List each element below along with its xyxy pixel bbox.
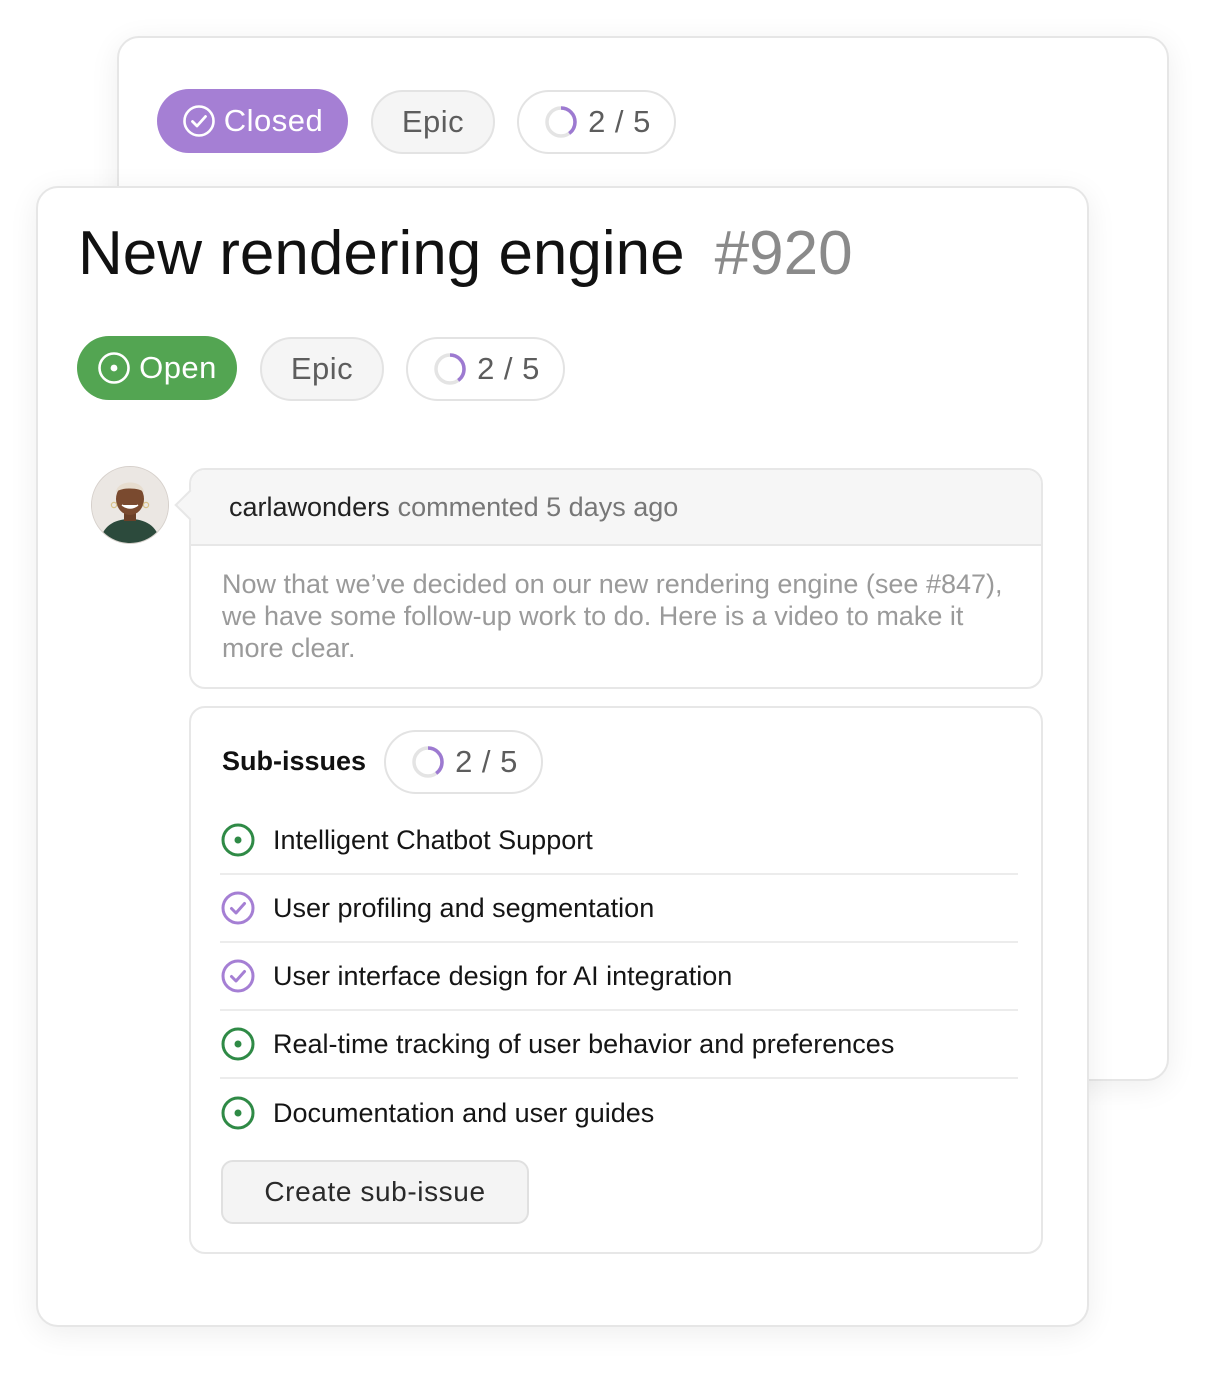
sub-issue-label[interactable]: User profiling and segmentation (273, 893, 654, 924)
epic-label-badge[interactable]: Epic (260, 337, 384, 401)
closed-check-icon (220, 958, 256, 994)
open-issue-icon (220, 1095, 256, 1131)
sub-issues-progress-badge[interactable]: 2 / 5 (384, 730, 543, 794)
sub-issue-label[interactable]: Real-time tracking of user behavior and … (273, 1029, 894, 1060)
open-issue-icon (220, 1026, 256, 1062)
issue-title-text: New rendering engine (78, 219, 685, 288)
progress-ring-icon (434, 353, 466, 385)
sub-issue-item[interactable]: User profiling and segmentation (220, 875, 1018, 943)
sub-issue-label[interactable]: User interface design for AI integration (273, 961, 732, 992)
sub-issue-label[interactable]: Documentation and user guides (273, 1098, 654, 1129)
progress-ring-icon (545, 106, 577, 138)
progress-label: 2 / 5 (455, 744, 518, 779)
user-avatar-icon (92, 467, 168, 543)
comment-author[interactable]: carlawonders (229, 492, 390, 523)
open-status-label: Open (139, 350, 217, 385)
sub-issue-item[interactable]: User interface design for AI integration (220, 943, 1018, 1011)
issue-card: New rendering engine #920 Open Epic 2 / 5 (36, 186, 1089, 1327)
epic-label: Epic (401, 104, 465, 139)
comment-header: carlawonders commented 5 days ago (191, 470, 1041, 546)
open-status-badge[interactable]: Open (77, 336, 237, 400)
create-sub-issue-label: Create sub-issue (264, 1176, 486, 1207)
sub-issue-item[interactable]: Documentation and user guides (220, 1079, 1018, 1147)
comment-meta: commented 5 days ago (397, 491, 679, 522)
closed-check-icon (220, 890, 256, 926)
comment-box: carlawonders commented 5 days ago Now th… (174, 468, 1043, 689)
progress-ring-icon (412, 746, 444, 778)
progress-label: 2 / 5 (588, 104, 651, 139)
avatar[interactable] (91, 466, 169, 544)
issue-title: New rendering engine #920 (78, 218, 853, 289)
open-issue-icon (220, 822, 256, 858)
sub-issues-panel: Sub-issues 2 / 5 Intelligent Chatbot Sup… (189, 706, 1043, 1254)
epic-label-badge[interactable]: Epic (371, 90, 495, 154)
progress-badge[interactable]: 2 / 5 (406, 337, 565, 401)
comment-body: Now that we’ve decided on our new render… (222, 569, 1003, 663)
epic-label: Epic (290, 351, 354, 386)
sub-issue-item[interactable]: Intelligent Chatbot Support (220, 807, 1018, 875)
sub-issue-label[interactable]: Intelligent Chatbot Support (273, 825, 593, 856)
create-sub-issue-button[interactable]: Create sub-issue (221, 1160, 529, 1224)
sub-issues-heading: Sub-issues (222, 746, 367, 776)
progress-label: 2 / 5 (477, 351, 540, 386)
issue-number: #920 (714, 219, 853, 288)
closed-status-label: Closed (223, 103, 324, 138)
open-issue-icon (98, 352, 130, 384)
closed-status-badge[interactable]: Closed (157, 89, 348, 153)
closed-check-icon (182, 105, 215, 137)
progress-badge[interactable]: 2 / 5 (517, 90, 676, 154)
sub-issue-item[interactable]: Real-time tracking of user behavior and … (220, 1011, 1018, 1079)
